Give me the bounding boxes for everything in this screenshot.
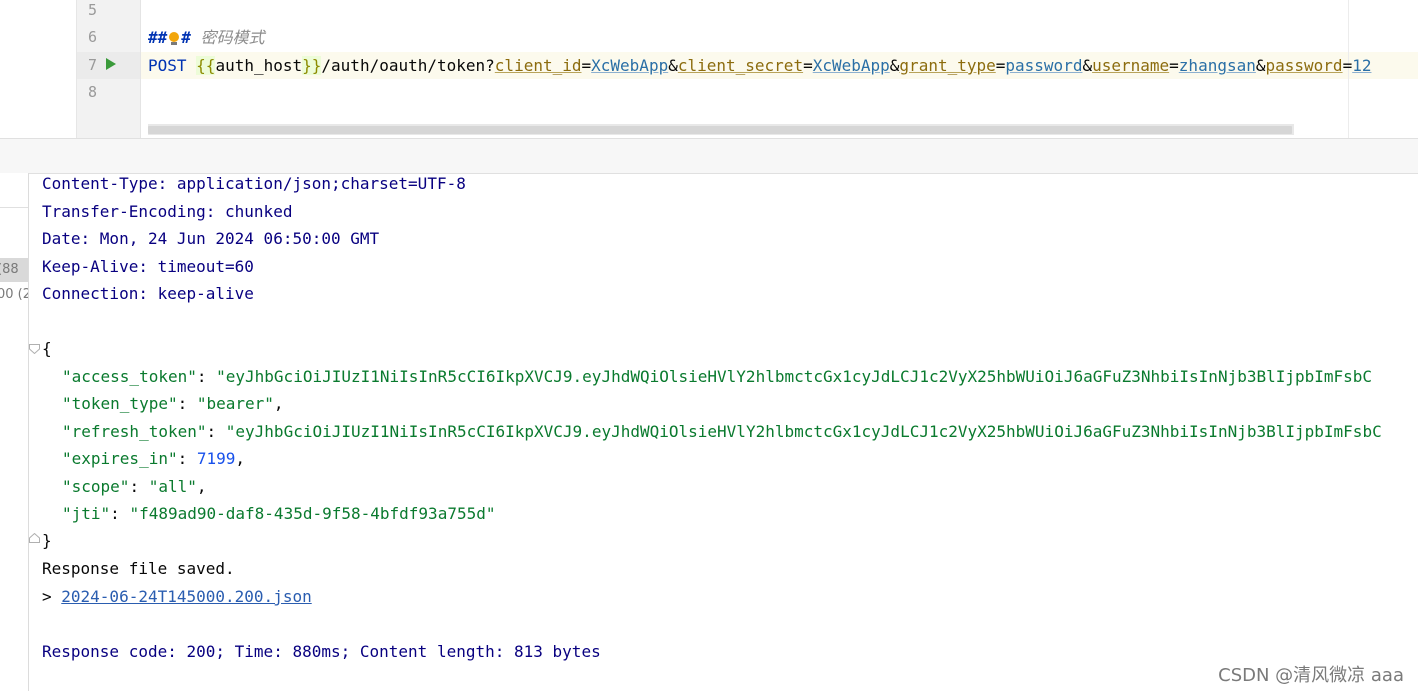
json-field: "expires_in": 7199, xyxy=(62,449,246,468)
editor-left-strip xyxy=(0,0,76,138)
fold-collapse-icon[interactable] xyxy=(29,344,40,354)
query-key: client_secret xyxy=(677,56,804,75)
json-field: "jti": "f489ad90-daf8-435d-9f58-4bfdf93a… xyxy=(62,504,496,523)
run-request-icon[interactable] xyxy=(106,58,116,70)
json-field: "token_type": "bearer", xyxy=(62,394,284,413)
comment-hash: # xyxy=(157,28,168,47)
line-number: 6 xyxy=(87,28,97,46)
json-value: "f489ad90-daf8-435d-9f58-4bfdf93a755d" xyxy=(129,504,496,523)
json-value: 7199 xyxy=(196,449,236,468)
response-header-line: Keep-Alive: timeout=60 xyxy=(42,257,254,276)
json-key: "expires_in" xyxy=(62,449,178,468)
json-value: "all" xyxy=(148,477,197,496)
fold-expand-icon[interactable] xyxy=(29,533,40,543)
line-number: 5 xyxy=(87,1,97,19)
history-sidebar xyxy=(0,173,29,691)
query-key: password xyxy=(1265,56,1343,75)
comment-text: 密码模式 xyxy=(190,28,265,47)
comment-line: ## # 密码模式 xyxy=(148,28,265,47)
json-value: "bearer" xyxy=(196,394,274,413)
horizontal-scrollbar-thumb[interactable] xyxy=(148,126,1292,134)
csdn-watermark: CSDN @清风微凉 aaa xyxy=(1218,665,1404,686)
json-value: "eyJhbGciOiJIUzI1NiIsInR5cCI6IkpXVCJ9.ey… xyxy=(216,367,1373,386)
host-variable: auth_host xyxy=(215,56,303,75)
var-brace-close: }} xyxy=(302,56,322,75)
query-value: password xyxy=(1005,56,1083,75)
request-line[interactable]: POST {{auth_host}}/auth/oauth/token?clie… xyxy=(148,52,1371,79)
query-key: grant_type xyxy=(899,56,996,75)
history-item[interactable]: 00 (2 xyxy=(0,283,28,307)
response-file-link[interactable]: 2024-06-24T145000.200.json xyxy=(61,587,311,606)
request-path: /auth/oauth/token? xyxy=(321,56,495,75)
json-close-brace: } xyxy=(42,531,52,550)
http-method: POST xyxy=(148,56,187,75)
json-value: "eyJhbGciOiJIUzI1NiIsInR5cCI6IkpXVCJ9.ey… xyxy=(225,422,1382,441)
json-key: "scope" xyxy=(62,477,130,496)
query-key: username xyxy=(1092,56,1170,75)
response-header-line: Connection: keep-alive xyxy=(42,284,254,303)
line-number: 8 xyxy=(87,83,97,101)
json-key: "jti" xyxy=(62,504,111,523)
response-panel-header[interactable] xyxy=(0,138,1418,174)
response-header-line: Transfer-Encoding: chunked xyxy=(42,202,293,221)
query-value: XcWebApp xyxy=(591,56,669,75)
response-file-line: > 2024-06-24T145000.200.json xyxy=(42,587,312,606)
query-value: zhangsan xyxy=(1178,56,1256,75)
json-open-brace: { xyxy=(42,339,52,358)
history-divider xyxy=(0,207,28,208)
response-summary: Response code: 200; Time: 880ms; Content… xyxy=(42,642,601,661)
json-key: "refresh_token" xyxy=(62,422,207,441)
json-field: "access_token": "eyJhbGciOiJIUzI1NiIsInR… xyxy=(62,367,1373,386)
history-item[interactable]: (88 xyxy=(0,258,28,282)
json-key: "access_token" xyxy=(62,367,197,386)
response-header-line: Content-Type: application/json;charset=U… xyxy=(42,174,466,193)
line-number: 7 xyxy=(87,56,97,74)
var-brace-open: {{ xyxy=(196,56,216,75)
query-value: 12 xyxy=(1352,56,1372,75)
json-field: "scope": "all", xyxy=(62,477,207,496)
response-header-line: Date: Mon, 24 Jun 2024 06:50:00 GMT xyxy=(42,229,380,248)
json-key: "token_type" xyxy=(62,394,178,413)
query-value: XcWebApp xyxy=(812,56,890,75)
http-request-editor[interactable]: 5 6 7 8 ## # 密码模式 POST {{auth_host}}/auth… xyxy=(0,0,1418,138)
lightbulb-icon[interactable] xyxy=(168,31,180,46)
json-field: "refresh_token": "eyJhbGciOiJIUzI1NiIsIn… xyxy=(62,422,1382,441)
comment-hash: # xyxy=(148,28,158,47)
query-key: client_id xyxy=(494,56,582,75)
response-saved-message: Response file saved. xyxy=(42,559,235,578)
